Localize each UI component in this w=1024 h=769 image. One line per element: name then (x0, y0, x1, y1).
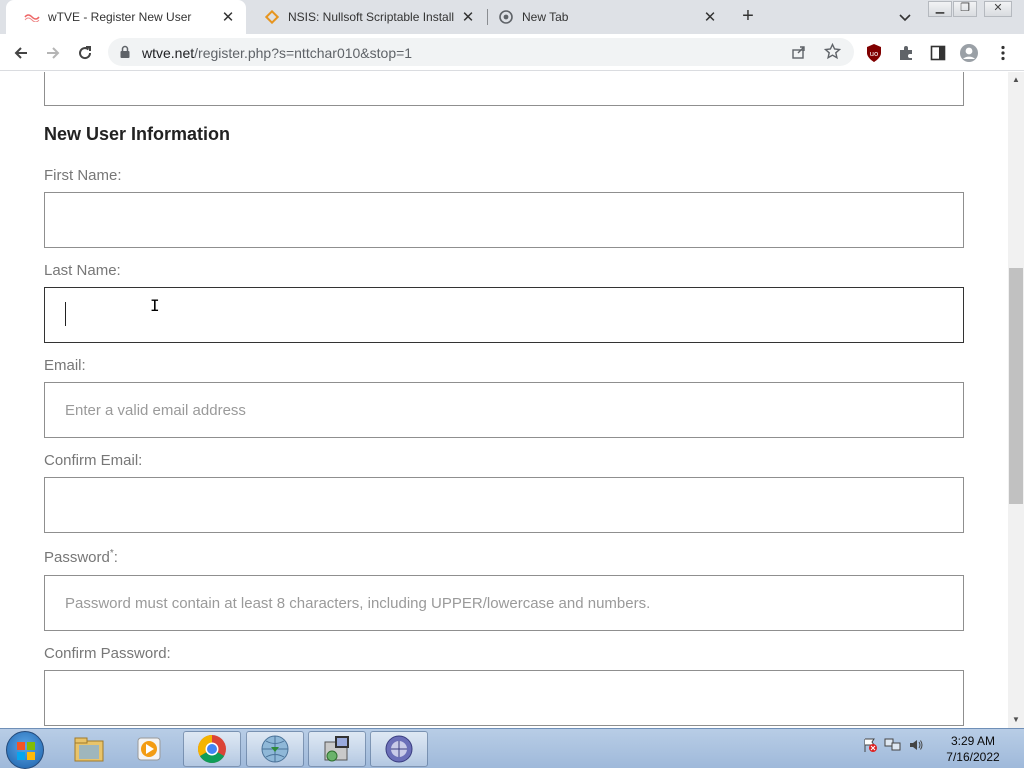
first-name-field[interactable] (44, 192, 964, 248)
back-arrow-icon[interactable] (8, 40, 34, 66)
confirm-email-field[interactable] (44, 477, 964, 533)
media-player-icon[interactable] (120, 731, 178, 767)
action-center-flag-icon[interactable] (862, 737, 878, 758)
password-label: Password*: (44, 548, 118, 566)
installer-globe-icon[interactable] (246, 731, 304, 767)
confirm-email-label: Confirm Email: (44, 452, 143, 469)
forward-arrow-icon[interactable] (40, 40, 66, 66)
page-content: New User Information First Name: Last Na… (0, 72, 1008, 728)
text-caret (65, 302, 66, 326)
svg-text:uo: uo (870, 50, 879, 58)
reload-icon[interactable] (72, 40, 98, 66)
confirm-email-input[interactable] (45, 478, 963, 532)
last-name-label: Last Name: (44, 262, 121, 279)
password-label-text: Password (44, 549, 110, 566)
side-panel-icon[interactable] (928, 43, 948, 63)
chrome-taskbar-icon[interactable] (183, 731, 241, 767)
scrollbar-thumb[interactable] (1009, 268, 1023, 504)
lock-icon[interactable] (119, 45, 131, 64)
password-field[interactable] (44, 575, 964, 631)
scroll-down-arrow-icon[interactable]: ▼ (1012, 715, 1020, 724)
close-tab-icon[interactable]: ✕ (458, 7, 478, 27)
tab-title: NSIS: Nullsoft Scriptable Install Sy (288, 10, 458, 24)
tab-title: New Tab (522, 10, 569, 24)
first-name-input[interactable] (45, 193, 963, 247)
confirm-password-label: Confirm Password: (44, 645, 171, 662)
clock-time: 3:29 AM (950, 734, 996, 748)
volume-speaker-icon[interactable] (908, 737, 924, 758)
tab-title: wTVE - Register New User (48, 10, 192, 24)
ublock-origin-icon[interactable]: uo (864, 43, 884, 63)
last-name-field[interactable] (44, 287, 964, 343)
last-name-input[interactable] (45, 288, 963, 342)
section-heading: New User Information (44, 124, 231, 144)
confirm-password-input[interactable] (45, 671, 963, 725)
nsis-setup-icon[interactable] (308, 731, 366, 767)
start-button-windows-logo-icon[interactable] (6, 731, 44, 769)
profile-avatar-icon[interactable] (959, 43, 979, 63)
app-globe-icon[interactable] (370, 731, 428, 767)
email-input[interactable] (45, 383, 963, 437)
url-domain: wtve.net (142, 45, 195, 61)
address-bar[interactable]: wtve.net/register.php?s=nttchar010&stop=… (108, 38, 854, 66)
ibeam-cursor-icon: I (150, 296, 160, 315)
scroll-up-arrow-icon[interactable]: ▲ (1012, 75, 1020, 84)
close-tab-icon[interactable]: ✕ (218, 7, 238, 27)
nsis-favicon-icon (264, 9, 280, 25)
tab-search-chevron-icon[interactable] (896, 8, 914, 26)
url-path: /register.php?s=nttchar010&stop=1 (194, 45, 413, 61)
password-label-colon: : (113, 549, 118, 566)
taskbar-clock[interactable]: 3:29 AM 7/16/2022 (936, 733, 1010, 765)
previous-section-field[interactable] (44, 72, 964, 106)
system-tray (862, 737, 924, 758)
page-scrollbar[interactable]: ▲ ▼ (1008, 72, 1024, 728)
tab-nsis[interactable]: NSIS: Nullsoft Scriptable Install Sy ✕ (246, 0, 486, 34)
restore-window-icon[interactable]: ❐ (953, 1, 977, 17)
clock-date: 7/16/2022 (946, 750, 1000, 764)
chrome-favicon-icon (498, 9, 514, 25)
file-explorer-icon[interactable] (60, 731, 118, 767)
bookmark-star-icon[interactable] (823, 42, 842, 65)
confirm-password-field[interactable] (44, 670, 964, 726)
close-tab-icon[interactable]: ✕ (700, 7, 720, 27)
url-text: wtve.net/register.php?s=nttchar010&stop=… (142, 45, 412, 61)
network-icon[interactable] (884, 737, 902, 758)
minimize-window-icon[interactable]: ▁ (928, 1, 952, 17)
share-icon[interactable] (791, 44, 807, 65)
tab-strip: wTVE - Register New User ✕ NSIS: Nullsof… (0, 0, 1024, 34)
tab-register[interactable]: wTVE - Register New User ✕ (6, 0, 246, 34)
chrome-menu-kebab-icon[interactable] (993, 43, 1013, 63)
first-name-label: First Name: (44, 167, 122, 184)
close-window-icon[interactable]: ✕ (984, 1, 1012, 17)
email-label: Email: (44, 357, 86, 374)
tab-new-tab[interactable]: New Tab ✕ (480, 0, 728, 34)
wtve-favicon-icon (24, 9, 40, 25)
password-input[interactable] (45, 576, 963, 630)
new-tab-plus-icon[interactable]: + (737, 6, 759, 28)
windows-taskbar: 3:29 AM 7/16/2022 (0, 728, 1024, 769)
email-field[interactable] (44, 382, 964, 438)
extensions-puzzle-icon[interactable] (896, 43, 916, 63)
